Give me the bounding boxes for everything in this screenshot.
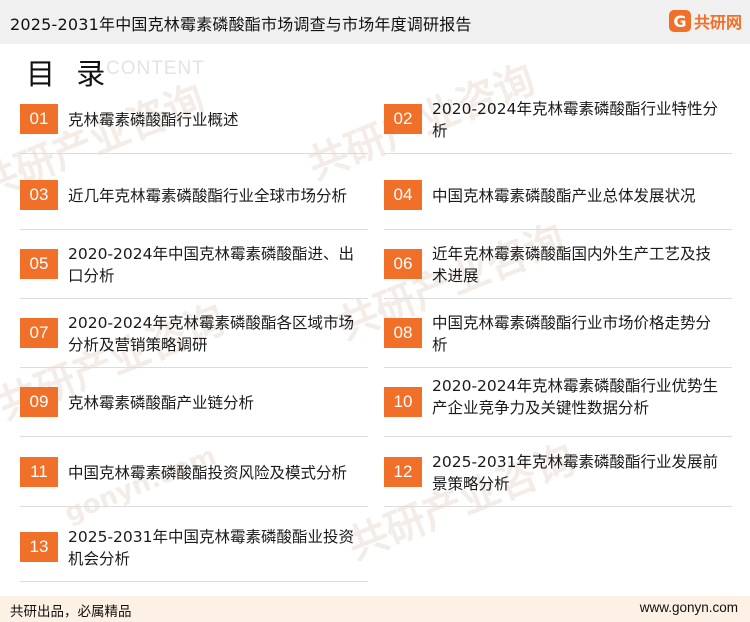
item-label: 2025-2031年中国克林霉素磷酸酯业投资机会分析 — [68, 528, 354, 568]
item-number: 05 — [20, 249, 58, 279]
footer-bar: 共研出品，必属精品 www.gonyn.com — [0, 596, 750, 622]
item-number: 07 — [20, 318, 58, 348]
toc-item[interactable]: 03 近几年克林霉素磷酸酯行业全球市场分析 — [20, 168, 368, 230]
toc-item[interactable]: 12 2025-2031年克林霉素磷酸酯行业发展前景策略分析 — [384, 445, 732, 507]
logo-icon: G — [668, 10, 691, 32]
document-title: 2025-2031年中国克林霉素磷酸酯市场调查与市场年度调研报告 — [10, 15, 472, 34]
toc-item[interactable]: 02 2020-2024年克林霉素磷酸酯行业特性分析 — [384, 92, 732, 154]
item-label: 2020-2024年克林霉素磷酸酯行业特性分析 — [432, 100, 718, 140]
toc-item[interactable]: 13 2025-2031年中国克林霉素磷酸酯业投资机会分析 — [20, 520, 368, 582]
item-number: 01 — [20, 104, 58, 134]
brand-logo: G 共研网 — [668, 9, 742, 33]
toc-subheading: CONTENT — [106, 58, 205, 79]
item-number: 09 — [20, 387, 58, 417]
item-number: 13 — [20, 532, 58, 562]
item-number: 11 — [20, 457, 58, 487]
item-number: 06 — [384, 249, 422, 279]
item-number: 04 — [384, 180, 422, 210]
toc-item[interactable]: 04 中国克林霉素磷酸酯产业总体发展状况 — [384, 168, 732, 230]
item-label: 2020-2024年克林霉素磷酸酯各区域市场分析及营销策略调研 — [68, 314, 354, 354]
toc-item[interactable]: 10 2020-2024年克林霉素磷酸酯行业优势生产企业竞争力及关键性数据分析 — [384, 375, 732, 437]
item-label: 2020-2024年中国克林霉素磷酸酯进、出口分析 — [68, 245, 354, 285]
footer-website[interactable]: www.gonyn.com — [640, 600, 738, 615]
item-label: 中国克林霉素磷酸酯投资风险及模式分析 — [68, 464, 348, 482]
item-label: 克林霉素磷酸酯产业链分析 — [68, 394, 255, 412]
toc-item[interactable]: 06 近年克林霉素磷酸酯国内外生产工艺及技术进展 — [384, 237, 732, 299]
item-label: 克林霉素磷酸酯行业概述 — [68, 111, 239, 129]
item-number: 10 — [384, 387, 422, 417]
item-label: 2025-2031年克林霉素磷酸酯行业发展前景策略分析 — [432, 453, 718, 493]
toc-item[interactable]: 07 2020-2024年克林霉素磷酸酯各区域市场分析及营销策略调研 — [20, 306, 368, 368]
item-label: 中国克林霉素磷酸酯行业市场价格走势分析 — [432, 314, 712, 354]
item-label: 近几年克林霉素磷酸酯行业全球市场分析 — [68, 187, 348, 205]
logo-text: 共研网 — [693, 13, 742, 32]
item-number: 02 — [384, 104, 422, 134]
toc-item[interactable]: 09 克林霉素磷酸酯产业链分析 — [20, 375, 368, 437]
item-label: 中国克林霉素磷酸酯产业总体发展状况 — [432, 187, 696, 205]
item-number: 03 — [20, 180, 58, 210]
toc-heading: 目 录 — [26, 57, 112, 91]
item-number: 12 — [384, 457, 422, 487]
toc-item[interactable]: 05 2020-2024年中国克林霉素磷酸酯进、出口分析 — [20, 237, 368, 299]
toc-item[interactable]: 08 中国克林霉素磷酸酯行业市场价格走势分析 — [384, 306, 732, 368]
header-bar: 2025-2031年中国克林霉素磷酸酯市场调查与市场年度调研报告 G 共研网 — [0, 0, 750, 44]
item-number: 08 — [384, 318, 422, 348]
item-label: 近年克林霉素磷酸酯国内外生产工艺及技术进展 — [432, 245, 712, 285]
toc-item[interactable]: 01 克林霉素磷酸酯行业概述 — [20, 92, 368, 154]
footer-slogan: 共研出品，必属精品 — [10, 604, 132, 620]
toc-item[interactable]: 11 中国克林霉素磷酸酯投资风险及模式分析 — [20, 445, 368, 507]
item-label: 2020-2024年克林霉素磷酸酯行业优势生产企业竞争力及关键性数据分析 — [432, 377, 718, 417]
